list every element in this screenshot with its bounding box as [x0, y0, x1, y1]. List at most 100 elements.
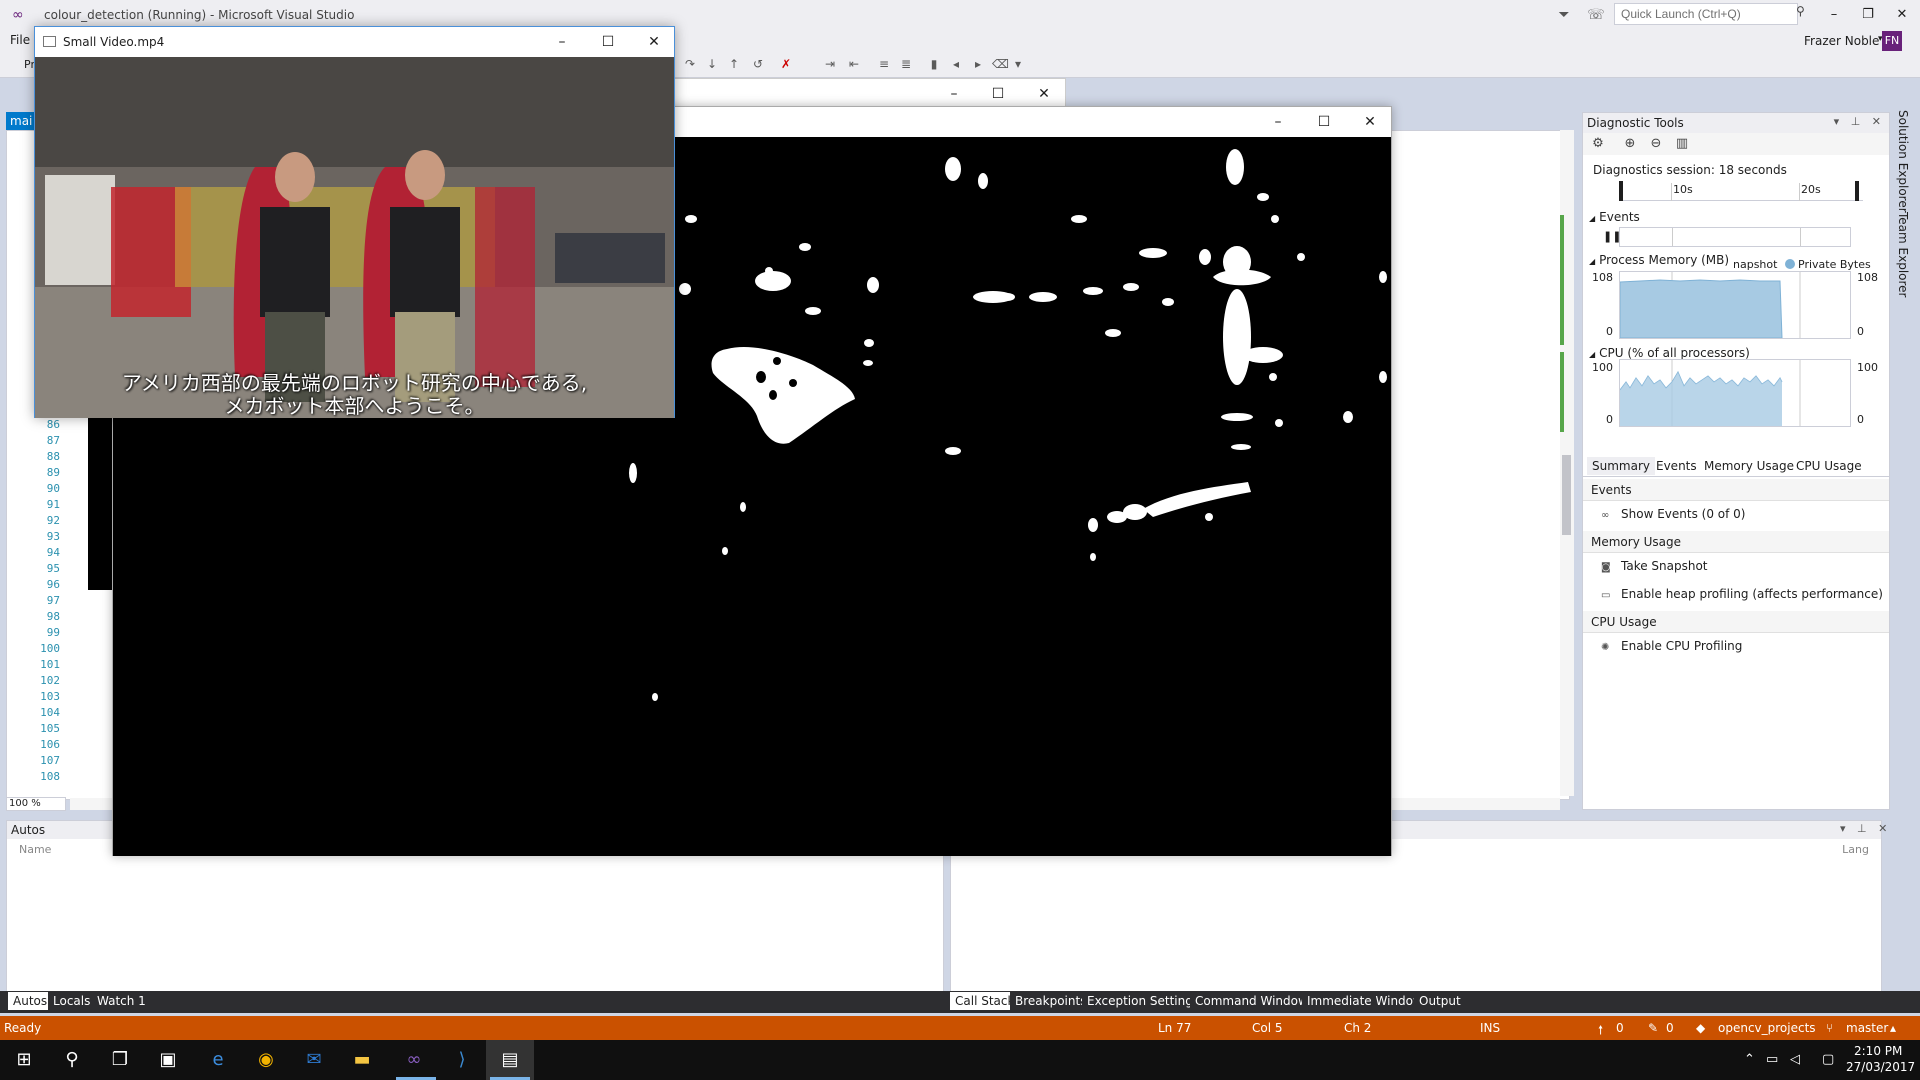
enable-cpu-profiling-button[interactable]: ✺ Enable CPU Profiling: [1601, 639, 1742, 653]
network-icon[interactable]: ▭: [1766, 1052, 1778, 1067]
step-back-icon[interactable]: ↺: [750, 56, 766, 72]
zoom-in-icon[interactable]: ⊕: [1621, 135, 1639, 153]
tab-output[interactable]: Output: [1414, 992, 1466, 1010]
tab-immediate-window[interactable]: Immediate Window: [1302, 992, 1428, 1010]
session-timeline[interactable]: 10s 20s: [1619, 181, 1863, 201]
search-icon[interactable]: ⚲: [1796, 4, 1805, 18]
clock-date[interactable]: 27/03/2017: [1846, 1060, 1915, 1074]
tab-command-window[interactable]: Command Window: [1190, 992, 1313, 1010]
minimize-button[interactable]: –: [549, 33, 575, 51]
show-events-link[interactable]: ∞ Show Events (0 of 0): [1601, 507, 1745, 521]
chrome-browser-icon[interactable]: ◉: [254, 1048, 278, 1072]
filter-icon[interactable]: ⏷: [1554, 5, 1574, 25]
tab-breakpoints[interactable]: Breakpoints: [1010, 992, 1092, 1010]
breakpoint-delete-icon[interactable]: ✗: [778, 56, 794, 72]
branch-name[interactable]: master: [1846, 1021, 1888, 1035]
branch-up-icon[interactable]: ▴: [1890, 1021, 1896, 1035]
close-button[interactable]: ✕: [1357, 113, 1383, 131]
line-number: 88: [46, 450, 60, 463]
visual-studio-icon[interactable]: ∞: [402, 1048, 426, 1072]
minimize-button[interactable]: –: [1824, 6, 1844, 24]
task-view-icon[interactable]: ❐: [108, 1048, 132, 1072]
timeline-end-handle[interactable]: [1855, 181, 1859, 201]
toolbar-overflow-icon[interactable]: ▾: [1010, 56, 1026, 72]
account-name[interactable]: Frazer Noble: [1804, 34, 1879, 48]
minimize-button[interactable]: –: [941, 85, 967, 103]
diagnostic-toolbar: ⚙ ⊕ ⊖ ▥: [1583, 133, 1889, 155]
settings-gear-icon[interactable]: ⚙: [1589, 135, 1607, 153]
solution-explorer-tab[interactable]: Solution Explorer: [1896, 110, 1910, 213]
timeline-tick-line: [1671, 183, 1672, 201]
edge-browser-icon[interactable]: e: [206, 1048, 230, 1072]
pencil-icon[interactable]: ✎: [1648, 1021, 1658, 1035]
opencv-window-icon[interactable]: ▤: [498, 1048, 522, 1072]
line-number: 97: [46, 594, 60, 607]
bookmark-icon[interactable]: ▮: [926, 56, 942, 72]
action-center-icon[interactable]: ▢: [1822, 1052, 1834, 1067]
cpu-chart[interactable]: [1619, 359, 1851, 427]
minimize-button[interactable]: –: [1265, 113, 1291, 131]
tab-locals[interactable]: Locals: [48, 992, 96, 1010]
search-icon[interactable]: ⚲: [60, 1048, 84, 1072]
tab-memory-usage[interactable]: Memory Usage: [1699, 457, 1799, 475]
memory-chart[interactable]: [1619, 271, 1851, 339]
zoom-select[interactable]: 100 %: [6, 797, 66, 811]
branch-icon[interactable]: ⑂: [1826, 1021, 1833, 1035]
team-explorer-tab[interactable]: Team Explorer: [1896, 212, 1910, 298]
scrollbar-thumb[interactable]: [1562, 455, 1571, 535]
diagnostic-tabs: Summary Events Memory Usage CPU Usage: [1583, 455, 1889, 477]
comment-icon[interactable]: ≡: [876, 56, 892, 72]
enable-heap-profiling-checkbox[interactable]: ▭ Enable heap profiling (affects performa…: [1601, 587, 1883, 601]
restore-button[interactable]: ❐: [1858, 6, 1878, 24]
close-button[interactable]: ✕: [1892, 6, 1912, 24]
quick-launch-input[interactable]: Quick Launch (Ctrl+Q): [1614, 3, 1798, 25]
menu-file[interactable]: File: [10, 33, 30, 47]
zoom-out-icon[interactable]: ⊖: [1647, 135, 1665, 153]
reset-zoom-icon[interactable]: ▥: [1673, 135, 1691, 153]
tab-events[interactable]: Events: [1651, 457, 1702, 475]
store-icon[interactable]: ▣: [156, 1048, 180, 1072]
bookmark-clear-icon[interactable]: ⌫: [992, 56, 1009, 72]
maximize-button[interactable]: ☐: [985, 85, 1011, 103]
repository-icon[interactable]: ◆: [1696, 1021, 1705, 1035]
publish-up-icon[interactable]: 🠕: [1598, 1021, 1603, 1042]
feedback-icon[interactable]: ☏: [1586, 5, 1606, 25]
events-section-title[interactable]: ◢ Events: [1589, 210, 1640, 224]
windows-start-icon[interactable]: ⊞: [12, 1048, 36, 1072]
step-over-icon[interactable]: ↷: [682, 56, 698, 72]
maximize-button[interactable]: ☐: [595, 33, 621, 51]
bookmark-next-icon[interactable]: ▸: [970, 56, 986, 72]
video-player-window[interactable]: Small Video.mp4 – ☐ ✕ アメリカ西部の最先端のロボット研究の…: [34, 26, 675, 418]
status-column: Col 5: [1252, 1021, 1283, 1035]
maximize-button[interactable]: ☐: [1311, 113, 1337, 131]
volume-icon[interactable]: ◁: [1790, 1052, 1800, 1067]
tab-watch-1[interactable]: Watch 1: [92, 992, 151, 1010]
bookmark-prev-icon[interactable]: ◂: [948, 56, 964, 72]
outlook-icon[interactable]: ✉: [302, 1048, 326, 1072]
step-out-icon[interactable]: ↑: [726, 56, 742, 72]
call-stack-language-column[interactable]: Lang: [1842, 843, 1869, 856]
tab-autos[interactable]: Autos: [8, 992, 53, 1010]
panel-window-controls[interactable]: ▾ ⊥ ✕: [1834, 115, 1885, 128]
step-into-icon[interactable]: ↓: [704, 56, 720, 72]
call-stack-panel-controls[interactable]: ▾ ⊥ ✕: [1840, 822, 1891, 835]
clock-time[interactable]: 2:10 PM: [1854, 1044, 1902, 1058]
avatar[interactable]: FN: [1882, 31, 1902, 51]
close-button[interactable]: ✕: [1031, 85, 1057, 103]
uncomment-icon[interactable]: ≣: [898, 56, 914, 72]
tab-exception-settings[interactable]: Exception Settings: [1082, 992, 1205, 1010]
close-button[interactable]: ✕: [641, 33, 667, 51]
memory-section-title[interactable]: ◢ Process Memory (MB): [1589, 253, 1729, 267]
tray-overflow-icon[interactable]: ⌃: [1744, 1052, 1755, 1067]
take-snapshot-button[interactable]: ◙ Take Snapshot: [1601, 559, 1708, 573]
autos-name-column[interactable]: Name: [19, 843, 51, 856]
timeline-start-handle[interactable]: [1619, 181, 1623, 201]
file-explorer-icon[interactable]: ▬: [350, 1048, 374, 1072]
repository-name[interactable]: opencv_projects: [1718, 1021, 1816, 1035]
outdent-icon[interactable]: ⇤: [846, 56, 862, 72]
tab-summary[interactable]: Summary: [1587, 457, 1655, 475]
cpu-section-title[interactable]: ◢ CPU (% of all processors): [1589, 346, 1750, 360]
tab-cpu-usage[interactable]: CPU Usage: [1791, 457, 1867, 475]
indent-icon[interactable]: ⇥: [822, 56, 838, 72]
vscode-icon[interactable]: ⟩: [450, 1048, 474, 1072]
